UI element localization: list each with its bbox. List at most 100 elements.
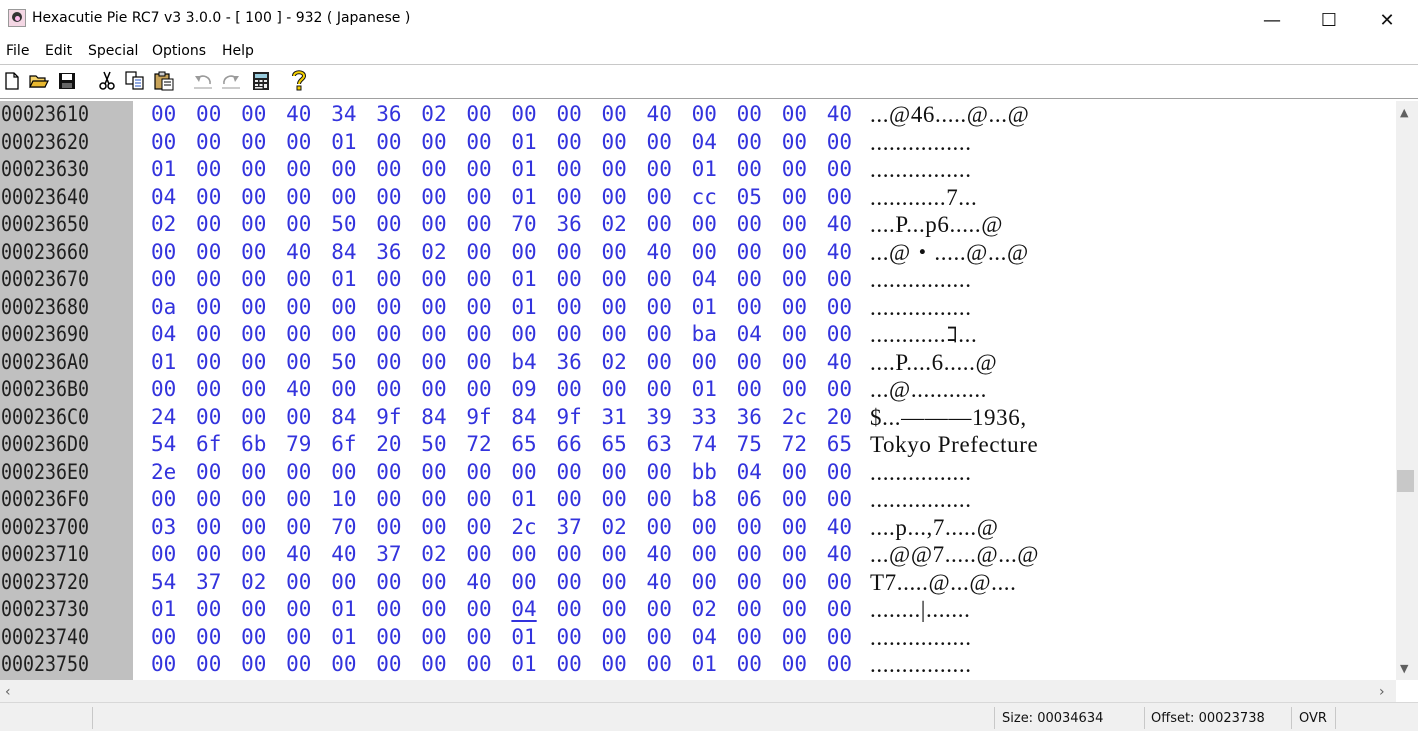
hex-byte[interactable]: 79 bbox=[286, 431, 311, 458]
hex-byte[interactable]: 00 bbox=[466, 596, 491, 623]
hex-byte[interactable]: 54 bbox=[151, 431, 176, 458]
hex-byte[interactable]: 00 bbox=[737, 514, 762, 541]
hex-byte[interactable]: 00 bbox=[602, 239, 627, 266]
hex-byte[interactable]: 00 bbox=[241, 211, 266, 238]
hex-byte[interactable]: 00 bbox=[692, 569, 717, 596]
hex-byte[interactable]: 00 bbox=[151, 239, 176, 266]
hex-byte[interactable]: 01 bbox=[331, 129, 356, 156]
hex-byte[interactable]: 00 bbox=[466, 294, 491, 321]
hex-byte[interactable]: 74 bbox=[692, 431, 717, 458]
hex-byte[interactable]: 00 bbox=[647, 129, 672, 156]
hex-byte[interactable]: 37 bbox=[376, 541, 401, 568]
hex-byte[interactable]: 00 bbox=[737, 569, 762, 596]
hex-byte[interactable]: 00 bbox=[827, 156, 852, 183]
hex-byte[interactable]: 00 bbox=[241, 404, 266, 431]
hex-byte[interactable]: 00 bbox=[556, 459, 581, 486]
hex-byte[interactable]: 40 bbox=[647, 541, 672, 568]
hex-byte[interactable]: 00 bbox=[196, 459, 221, 486]
hex-byte[interactable]: 00 bbox=[421, 156, 446, 183]
hex-byte[interactable]: 00 bbox=[196, 184, 221, 211]
undo-icon[interactable] bbox=[192, 70, 214, 92]
hex-byte[interactable]: 00 bbox=[376, 129, 401, 156]
hex-byte[interactable]: 00 bbox=[286, 294, 311, 321]
hex-byte[interactable]: 00 bbox=[466, 541, 491, 568]
hex-byte[interactable]: 00 bbox=[556, 294, 581, 321]
hex-byte[interactable]: 04 bbox=[151, 321, 176, 348]
hex-byte[interactable]: 01 bbox=[692, 294, 717, 321]
hex-byte[interactable]: 54 bbox=[151, 569, 176, 596]
ascii-text[interactable]: ................ bbox=[870, 624, 972, 651]
hex-byte[interactable]: 00 bbox=[782, 596, 807, 623]
hex-byte[interactable]: 00 bbox=[241, 596, 266, 623]
ascii-text[interactable]: ............ｺ... bbox=[870, 321, 977, 348]
hex-byte[interactable]: 00 bbox=[286, 211, 311, 238]
horizontal-scrollbar[interactable] bbox=[0, 680, 1396, 702]
hex-byte[interactable]: 37 bbox=[556, 514, 581, 541]
hex-byte[interactable]: 00 bbox=[692, 514, 717, 541]
hex-byte[interactable]: 00 bbox=[196, 541, 221, 568]
hex-byte[interactable]: 00 bbox=[286, 596, 311, 623]
hex-byte[interactable]: 01 bbox=[692, 156, 717, 183]
hex-byte[interactable]: 00 bbox=[827, 321, 852, 348]
hex-byte[interactable]: 00 bbox=[782, 321, 807, 348]
hex-byte[interactable]: 00 bbox=[241, 541, 266, 568]
hex-byte[interactable]: 00 bbox=[286, 486, 311, 513]
hex-byte[interactable]: 00 bbox=[196, 129, 221, 156]
hex-byte[interactable]: 00 bbox=[331, 651, 356, 678]
hex-byte[interactable]: 65 bbox=[511, 431, 536, 458]
hex-byte[interactable]: 01 bbox=[331, 266, 356, 293]
hex-byte[interactable]: 00 bbox=[286, 404, 311, 431]
hex-byte[interactable]: 10 bbox=[331, 486, 356, 513]
hex-byte[interactable]: 00 bbox=[286, 156, 311, 183]
hex-byte[interactable]: 00 bbox=[286, 349, 311, 376]
hex-byte[interactable]: ba bbox=[692, 321, 717, 348]
hex-byte[interactable]: 40 bbox=[827, 541, 852, 568]
menu-help[interactable]: Help bbox=[222, 43, 254, 59]
hex-byte[interactable]: 00 bbox=[421, 596, 446, 623]
hex-byte[interactable]: 00 bbox=[602, 596, 627, 623]
hex-byte[interactable]: 00 bbox=[827, 569, 852, 596]
hex-byte[interactable]: 00 bbox=[421, 349, 446, 376]
hex-byte[interactable]: 00 bbox=[602, 376, 627, 403]
hex-byte[interactable]: 00 bbox=[466, 486, 491, 513]
hex-byte[interactable]: 00 bbox=[421, 376, 446, 403]
hex-byte[interactable]: 2c bbox=[511, 514, 536, 541]
hex-byte[interactable]: 04 bbox=[151, 184, 176, 211]
hex-byte[interactable]: 00 bbox=[782, 376, 807, 403]
hex-byte[interactable]: 00 bbox=[241, 514, 266, 541]
hex-byte[interactable]: 00 bbox=[466, 376, 491, 403]
hex-byte[interactable]: 00 bbox=[466, 239, 491, 266]
hex-byte[interactable]: 00 bbox=[827, 129, 852, 156]
hex-byte[interactable]: 00 bbox=[196, 514, 221, 541]
hex-byte[interactable]: 01 bbox=[151, 349, 176, 376]
hex-byte[interactable]: 84 bbox=[511, 404, 536, 431]
ascii-text[interactable]: ................ bbox=[870, 156, 972, 183]
cut-icon[interactable] bbox=[96, 70, 118, 92]
hex-byte[interactable]: 00 bbox=[421, 294, 446, 321]
open-folder-icon[interactable] bbox=[28, 70, 50, 92]
hex-byte[interactable]: b8 bbox=[692, 486, 717, 513]
save-icon[interactable] bbox=[56, 70, 78, 92]
hex-byte[interactable]: 00 bbox=[421, 651, 446, 678]
hex-byte[interactable]: 50 bbox=[421, 431, 446, 458]
hex-byte[interactable]: 00 bbox=[421, 486, 446, 513]
hex-byte[interactable]: 00 bbox=[602, 541, 627, 568]
hex-byte[interactable]: 00 bbox=[782, 624, 807, 651]
hex-byte[interactable]: 9f bbox=[376, 404, 401, 431]
hex-byte[interactable]: 00 bbox=[737, 294, 762, 321]
hex-byte[interactable]: 00 bbox=[556, 321, 581, 348]
hex-byte[interactable]: 00 bbox=[782, 294, 807, 321]
hex-byte[interactable]: 00 bbox=[376, 376, 401, 403]
hex-byte[interactable]: 00 bbox=[782, 101, 807, 128]
hex-byte[interactable]: 00 bbox=[782, 211, 807, 238]
hex-byte[interactable]: 00 bbox=[511, 459, 536, 486]
paste-icon[interactable] bbox=[153, 70, 175, 92]
hex-byte[interactable]: 6b bbox=[241, 431, 266, 458]
hex-byte[interactable]: 40 bbox=[647, 239, 672, 266]
ascii-text[interactable]: ...@46.....@...@ bbox=[870, 101, 1029, 128]
hex-byte[interactable]: 33 bbox=[692, 404, 717, 431]
hex-byte[interactable]: 00 bbox=[647, 211, 672, 238]
hex-byte[interactable]: 00 bbox=[782, 239, 807, 266]
hex-byte[interactable]: 00 bbox=[692, 211, 717, 238]
ascii-text[interactable]: ............7... bbox=[870, 184, 977, 211]
